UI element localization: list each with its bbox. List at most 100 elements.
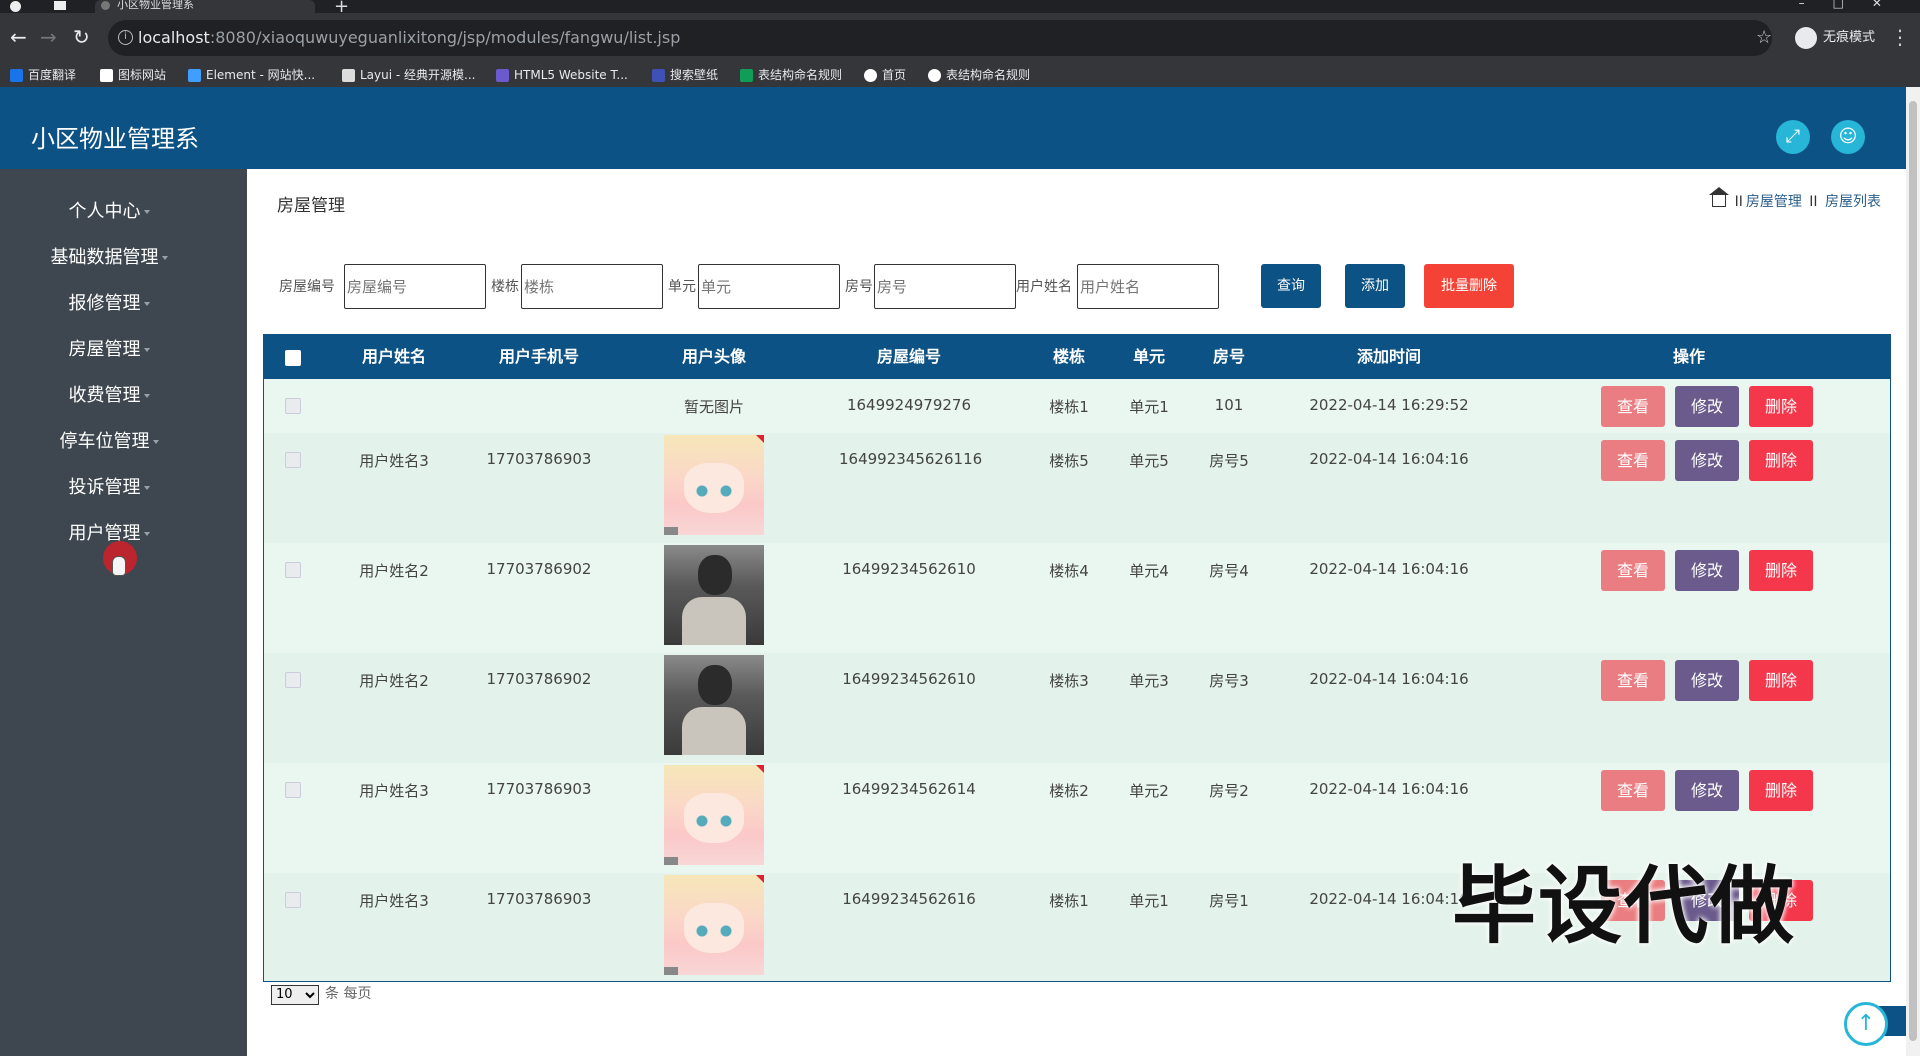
page-scrollbar[interactable] (1906, 87, 1920, 1056)
sidebar-item-house[interactable]: 房屋管理 (0, 335, 218, 365)
home-icon[interactable] (1708, 187, 1729, 207)
sidebar-item-personal-center[interactable]: 个人中心 (0, 197, 218, 227)
sidebar-item-repair[interactable]: 报修管理 (0, 289, 218, 319)
cell-time: 2022-04-14 16:04:16 (1309, 450, 1469, 468)
cell-time: 2022-04-14 16:29:52 (1309, 396, 1469, 414)
chevron-down-icon (152, 440, 159, 444)
row-checkbox[interactable] (285, 452, 301, 468)
cell-time: 2022-04-14 16:04:16 (1309, 560, 1469, 578)
window-icon (54, 1, 66, 10)
page-title: 房屋管理 (277, 196, 345, 216)
table-row: 用户姓名2 17703786902 16499234562610 楼栋4 单元4… (264, 543, 1890, 653)
back-icon[interactable]: ← (10, 25, 27, 49)
bookmark-icon (188, 69, 201, 82)
row-checkbox[interactable] (285, 672, 301, 688)
house-no-input[interactable] (344, 264, 486, 309)
browser-tab[interactable]: 小区物业管理系 (95, 0, 315, 13)
cell-building: 楼栋2 (1049, 782, 1089, 800)
bookmark-item[interactable]: HTML5 Website T... (496, 67, 628, 83)
column-header: 操作 (1672, 347, 1705, 366)
unit-input[interactable] (698, 264, 840, 309)
browser-menu-icon[interactable]: ⋮ (1890, 25, 1910, 49)
search-label-house-no: 房屋编号 (279, 279, 335, 295)
reload-icon[interactable]: ↻ (73, 25, 90, 49)
column-header: 房号 (1212, 347, 1245, 366)
view-button[interactable]: 查看 (1601, 660, 1665, 701)
browser-tab-strip: 小区物业管理系 + –□✕ (0, 0, 1920, 17)
incognito-badge[interactable]: 无痕模式 (1795, 26, 1875, 50)
site-info-icon[interactable]: i (118, 30, 133, 45)
sidebar-item-parking[interactable]: 停车位管理 (0, 427, 218, 457)
sidebar-item-complaints[interactable]: 投诉管理 (0, 473, 218, 503)
url-host: localhost (138, 28, 210, 47)
add-button[interactable]: 添加 (1345, 264, 1405, 308)
bookmark-item[interactable]: Element - 网站快... (188, 67, 315, 83)
cell-unit: 单元1 (1129, 892, 1169, 910)
sidebar-item-basic-data[interactable]: 基础数据管理 (0, 243, 218, 273)
bookmark-item[interactable]: 表结构命名规则 (740, 67, 842, 83)
select-all-checkbox[interactable] (285, 350, 301, 366)
scrollbar-thumb[interactable] (1909, 101, 1917, 1041)
row-checkbox[interactable] (285, 892, 301, 908)
batch-delete-button[interactable]: 批量删除 (1424, 264, 1514, 308)
delete-button[interactable]: 删除 (1749, 660, 1813, 701)
row-checkbox[interactable] (285, 398, 301, 414)
delete-button[interactable]: 删除 (1749, 770, 1813, 811)
cell-unit: 单元1 (1129, 398, 1169, 416)
cell-phone: 17703786903 (486, 890, 592, 908)
edit-button[interactable]: 修改 (1675, 550, 1739, 591)
chevron-down-icon (143, 210, 150, 214)
row-checkbox[interactable] (285, 562, 301, 578)
cell-no-image: 暂无图片 (683, 398, 744, 416)
bookmark-star-icon[interactable]: ☆ (1756, 27, 1772, 48)
back-to-top-button[interactable]: ↑ (1844, 1002, 1888, 1046)
url-input[interactable]: i localhost:8080/xiaoquwuyeguanlixitong/… (108, 20, 1772, 56)
user-name-input[interactable] (1077, 264, 1219, 309)
address-bar: ← → ↻ i localhost:8080/xiaoquwuyeguanlix… (0, 13, 1920, 63)
forward-icon[interactable]: → (40, 25, 57, 49)
cell-room: 房号4 (1209, 562, 1249, 580)
fullscreen-button[interactable]: ⤢ (1776, 120, 1810, 154)
room-input[interactable] (874, 264, 1016, 309)
user-avatar-image (664, 655, 764, 755)
page-size-select[interactable]: 10 (271, 984, 319, 1005)
bookmark-icon (928, 69, 941, 82)
query-button[interactable]: 查询 (1261, 264, 1321, 308)
tab-favicon-icon (101, 1, 110, 10)
edit-button[interactable]: 修改 (1675, 660, 1739, 701)
breadcrumb: II 房屋管理 II 房屋列表 (1708, 187, 1881, 211)
edit-button[interactable]: 修改 (1675, 770, 1739, 811)
edit-button[interactable]: 修改 (1675, 386, 1739, 427)
bookmark-icon (496, 69, 509, 82)
cell-house-no: 164992345626116 (839, 450, 983, 468)
bookmark-item[interactable]: 表结构命名规则 (928, 67, 1030, 83)
delete-button[interactable]: 删除 (1749, 440, 1813, 481)
bookmark-item[interactable]: 图标网站 (100, 67, 166, 83)
delete-button[interactable]: 删除 (1749, 386, 1813, 427)
bookmark-item[interactable]: Layui - 经典开源模... (342, 67, 475, 83)
user-avatar-image (664, 765, 764, 865)
bookmark-icon (652, 69, 665, 82)
cell-room: 房号1 (1209, 892, 1249, 910)
bookmark-item[interactable]: 百度翻译 (10, 67, 76, 83)
cell-user-name: 用户姓名3 (359, 782, 429, 800)
edit-button[interactable]: 修改 (1675, 440, 1739, 481)
bookmark-item[interactable]: 首页 (864, 67, 906, 83)
view-button[interactable]: 查看 (1601, 440, 1665, 481)
bookmark-item[interactable]: 搜索壁纸 (652, 67, 718, 83)
search-label-unit: 单元 (668, 279, 696, 295)
view-button[interactable]: 查看 (1601, 770, 1665, 811)
table-row: 暂无图片 1649924979276 楼栋1 单元1 101 2022-04-1… (264, 379, 1890, 433)
delete-button[interactable]: 删除 (1749, 550, 1813, 591)
sidebar-item-users[interactable]: 用户管理 (0, 519, 218, 549)
view-button[interactable]: 查看 (1601, 386, 1665, 427)
bookmark-icon (342, 69, 355, 82)
breadcrumb-item[interactable]: 房屋管理 (1746, 194, 1802, 210)
sidebar: 个人中心 基础数据管理 报修管理 房屋管理 收费管理 停车位管理 投诉管理 用户… (0, 169, 247, 1056)
user-menu-button[interactable]: ☺ (1831, 120, 1865, 154)
sidebar-item-fees[interactable]: 收费管理 (0, 381, 218, 411)
window-controls[interactable]: –□✕ (1799, 0, 1910, 10)
building-input[interactable] (521, 264, 663, 309)
view-button[interactable]: 查看 (1601, 550, 1665, 591)
row-checkbox[interactable] (285, 782, 301, 798)
